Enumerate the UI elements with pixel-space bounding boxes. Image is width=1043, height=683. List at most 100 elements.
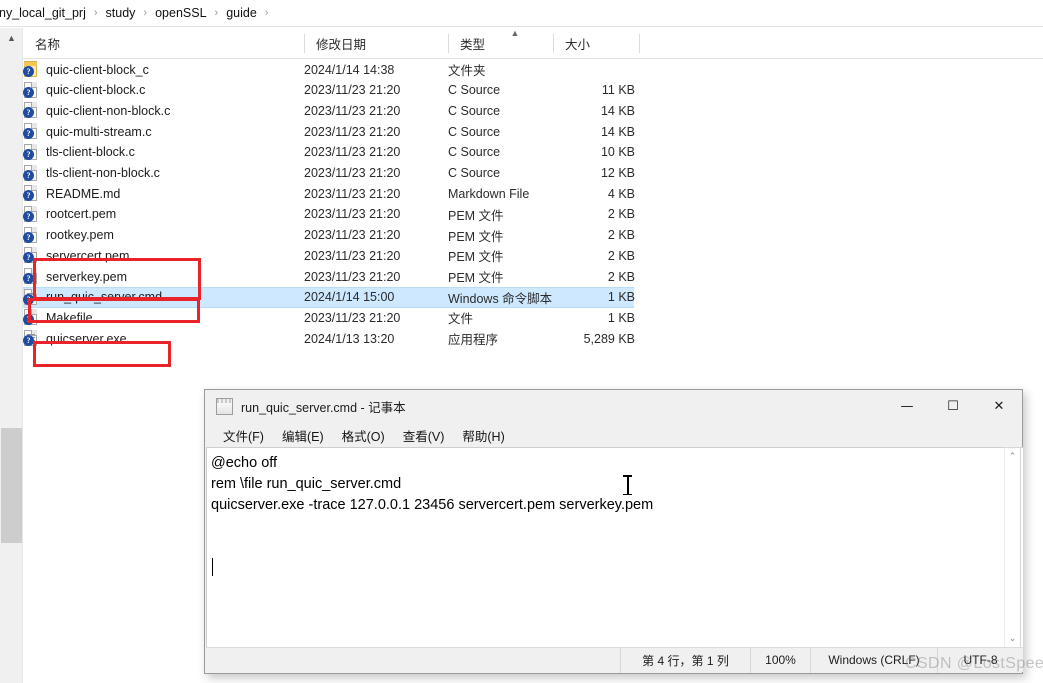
table-row[interactable]: ? tls-client-non-block.c 2023/11/23 21:20 C… — [23, 163, 635, 184]
column-divider[interactable] — [304, 34, 305, 53]
column-divider[interactable] — [553, 34, 554, 53]
file-icon: ? — [23, 205, 39, 223]
table-row[interactable]: ? README.md 2023/11/23 21:20 Markdown File 4… — [23, 183, 635, 204]
file-date-cell: 2024/1/14 14:38 — [304, 62, 395, 77]
minimize-button[interactable]: — — [884, 390, 930, 422]
table-row[interactable]: ? quic-client-block_c 2024/1/14 14:38 文件夹 — [23, 59, 634, 80]
column-divider[interactable] — [639, 34, 640, 53]
scrollbar-thumb[interactable] — [1, 428, 22, 543]
cmd-file-highlight — [28, 298, 200, 323]
file-name-label: README.md — [46, 186, 121, 201]
file-name-label: quic-client-block_c — [46, 62, 149, 77]
file-date-cell: 2023/11/23 21:20 — [304, 124, 401, 139]
file-size-cell: 2 KB — [607, 248, 635, 263]
file-name-cell[interactable]: ? rootkey.pem — [23, 226, 114, 244]
notepad-status-bar: 第 4 行，第 1 列 100% Windows (CRLF) UTF-8 — [206, 647, 1023, 673]
menu-item-0[interactable]: 文件(F) — [214, 424, 273, 447]
menu-item-3[interactable]: 查看(V) — [394, 424, 454, 447]
notepad-title-bar[interactable]: run_quic_server.cmd - 记事本 — ☐ ✕ — [205, 390, 1022, 423]
column-header-1[interactable]: 修改日期 — [304, 28, 448, 59]
notepad-text-area[interactable]: @echo off rem \file run_quic_server.cmd qu… — [206, 447, 1023, 648]
table-row[interactable]: ? tls-client-block.c 2023/11/23 21:20 C Sou… — [23, 142, 635, 163]
notepad-menu-bar[interactable]: 文件(F) 编辑(E) 格式(O) 查看(V) 帮助(H) — [205, 423, 1022, 447]
file-size-cell: 2 KB — [607, 207, 635, 222]
file-type-cell: C Source — [448, 166, 501, 180]
file-date-cell: 2023/11/23 21:20 — [304, 103, 401, 118]
breadcrumb-item-1[interactable]: study — [101, 6, 141, 20]
breadcrumb-separator-icon: › — [93, 7, 98, 19]
file-name-label: quic-client-non-block.c — [46, 103, 171, 118]
menu-item-2[interactable]: 格式(O) — [333, 424, 394, 447]
file-name-cell[interactable]: ? tls-client-non-block.c — [23, 164, 160, 182]
column-header-0[interactable]: 名称 — [23, 28, 304, 59]
column-divider[interactable] — [448, 34, 449, 53]
maximize-button[interactable]: ☐ — [930, 390, 976, 422]
breadcrumb-item-3[interactable]: guide — [221, 6, 262, 20]
file-name-cell[interactable]: ? tls-client-block.c — [23, 143, 135, 161]
close-button[interactable]: ✕ — [976, 390, 1022, 422]
column-header-2[interactable]: 类型 ▲ — [448, 28, 553, 59]
breadcrumb[interactable]: ny_local_git_prj › study › openSSL › guide › — [0, 0, 1043, 27]
file-type-cell: PEM 文件 — [448, 271, 504, 285]
scroll-down-icon[interactable]: ⌄ — [1005, 630, 1020, 647]
table-row[interactable]: ? quic-multi-stream.c 2023/11/23 21:20 C So… — [23, 121, 635, 142]
table-row[interactable]: ? rootkey.pem 2023/11/23 21:20 PEM 文件 2 KB — [23, 225, 635, 246]
scroll-up-icon[interactable]: ⌃ — [1005, 448, 1020, 465]
file-name-label: tls-client-block.c — [46, 145, 135, 160]
file-name-cell[interactable]: ? README.md — [23, 185, 120, 202]
file-name-cell[interactable]: ? quic-client-block_c — [23, 61, 149, 78]
menu-item-1[interactable]: 编辑(E) — [273, 424, 333, 447]
menu-item-4[interactable]: 帮助(H) — [453, 424, 513, 447]
column-header-label: 类型 — [460, 38, 486, 52]
breadcrumb-separator-icon: › — [214, 7, 219, 19]
table-row[interactable]: ? quic-client-non-block.c 2023/11/23 21:20… — [23, 100, 635, 121]
file-date-cell: 2023/11/23 21:20 — [304, 248, 401, 263]
text-line-2: rem \file run_quic_server.cmd — [211, 476, 402, 492]
breadcrumb-separator-icon: › — [264, 7, 269, 19]
file-icon: ? — [23, 143, 39, 161]
column-header-3[interactable]: 大小 — [553, 28, 639, 59]
text-line-4 — [211, 516, 1023, 537]
file-date-cell: 2023/11/23 21:20 — [304, 145, 401, 160]
file-size-cell: 1 KB — [607, 310, 635, 325]
file-type-cell: PEM 文件 — [448, 250, 504, 265]
file-name-cell[interactable]: ? quic-client-non-block.c — [23, 102, 170, 119]
file-size-cell: 12 KB — [600, 166, 635, 180]
file-icon: ? — [23, 226, 39, 244]
file-size-cell: 14 KB — [600, 103, 635, 118]
file-type-cell: PEM 文件 — [448, 208, 504, 223]
file-date-cell: 2024/1/13 13:20 — [304, 331, 395, 346]
file-type-cell: C Source — [448, 83, 501, 98]
file-name-cell[interactable]: ? quic-multi-stream.c — [23, 123, 152, 140]
text-caret — [212, 558, 213, 576]
table-row[interactable]: ? quic-client-block.c 2023/11/23 21:20 C So… — [23, 80, 635, 101]
file-name-cell[interactable]: ? quic-client-block.c — [23, 81, 146, 99]
csdn-watermark: CSDN @LostSpeed — [905, 655, 1043, 672]
file-icon: ? — [23, 102, 39, 119]
column-header-label: 修改日期 — [316, 38, 367, 52]
file-date-cell: 2023/11/23 21:20 — [304, 207, 401, 222]
explorer-vertical-scrollbar[interactable]: ▲ — [0, 28, 23, 683]
breadcrumb-item-0[interactable]: ny_local_git_prj — [0, 6, 91, 20]
file-name-cell[interactable]: ? rootcert.pem — [23, 205, 116, 223]
file-type-cell: 文件夹 — [448, 64, 486, 78]
file-list[interactable]: ? quic-client-block_c 2024/1/14 14:38 文件夹? q… — [23, 59, 1043, 389]
notepad-window[interactable]: run_quic_server.cmd - 记事本 — ☐ ✕ 文件(F) 编辑(… — [204, 389, 1023, 674]
table-row[interactable]: ? rootcert.pem 2023/11/23 21:20 PEM 文件 2 KB — [23, 204, 635, 225]
notepad-text-lines: @echo off rem \file run_quic_server.cmd qu… — [211, 453, 1023, 537]
file-type-cell: PEM 文件 — [448, 229, 504, 244]
file-date-cell: 2024/1/14 15:00 — [304, 290, 395, 305]
notepad-vertical-scrollbar[interactable]: ⌃ ⌄ — [1004, 447, 1021, 648]
pem-files-highlight — [33, 258, 201, 300]
column-header-label: 大小 — [565, 38, 591, 52]
file-size-cell: 1 KB — [607, 290, 635, 305]
file-name-label: quic-client-block.c — [46, 83, 146, 98]
file-size-cell: 2 KB — [607, 228, 635, 243]
breadcrumb-item-2[interactable]: openSSL — [150, 6, 211, 20]
column-header-row[interactable]: 名称 修改日期 类型 ▲ 大小 — [23, 28, 1043, 59]
status-zoom-level[interactable]: 100% — [750, 647, 810, 673]
file-type-cell: Windows 命令脚本 — [448, 291, 553, 306]
file-name-label: rootkey.pem — [46, 228, 114, 243]
file-size-cell: 2 KB — [607, 269, 635, 284]
chevron-up-icon[interactable]: ▲ — [0, 28, 23, 48]
